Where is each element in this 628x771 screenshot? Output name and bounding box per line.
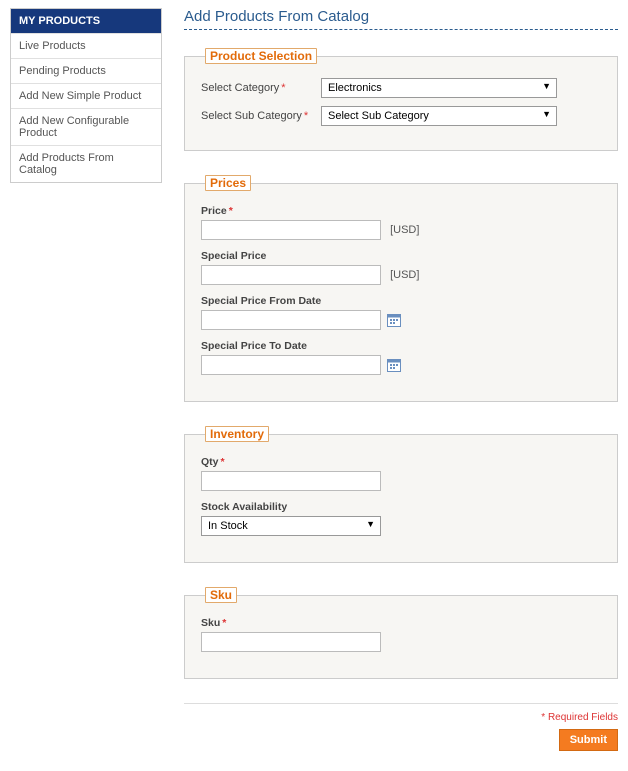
form-footer: * Required Fields Submit	[184, 703, 618, 751]
select-sub-category-label: Select Sub Category*	[201, 110, 321, 122]
prices-section: Prices Price* [USD] Special Price [USD] …	[184, 175, 618, 402]
prices-legend: Prices	[205, 175, 251, 191]
special-price-from-input[interactable]	[201, 310, 381, 330]
special-price-to-input[interactable]	[201, 355, 381, 375]
sku-label: Sku*	[201, 617, 601, 629]
select-sub-category-dropdown[interactable]: Select Sub Category	[321, 106, 557, 126]
special-price-unit: [USD]	[390, 269, 419, 281]
sidebar-item-add-configurable-product[interactable]: Add New Configurable Product	[11, 108, 161, 145]
sku-legend: Sku	[205, 587, 237, 603]
qty-input[interactable]	[201, 471, 381, 491]
stock-availability-dropdown[interactable]: In Stock	[201, 516, 381, 536]
page-title: Add Products From Catalog	[184, 8, 618, 30]
qty-label: Qty*	[201, 456, 601, 468]
required-fields-note: * Required Fields	[184, 712, 618, 723]
price-input[interactable]	[201, 220, 381, 240]
sidebar: MY PRODUCTS Live Products Pending Produc…	[10, 8, 162, 183]
special-price-from-label: Special Price From Date	[201, 295, 601, 307]
inventory-legend: Inventory	[205, 426, 269, 442]
select-category-dropdown[interactable]: Electronics	[321, 78, 557, 98]
special-price-input[interactable]	[201, 265, 381, 285]
special-price-label: Special Price	[201, 250, 601, 262]
sku-section: Sku Sku*	[184, 587, 618, 679]
sidebar-item-live-products[interactable]: Live Products	[11, 33, 161, 58]
sku-input[interactable]	[201, 632, 381, 652]
calendar-icon[interactable]	[387, 358, 401, 372]
inventory-section: Inventory Qty* Stock Availability In Sto…	[184, 426, 618, 563]
price-unit: [USD]	[390, 224, 419, 236]
select-category-label: Select Category*	[201, 82, 321, 94]
sidebar-item-pending-products[interactable]: Pending Products	[11, 58, 161, 83]
submit-button[interactable]: Submit	[559, 729, 618, 751]
main-content: Add Products From Catalog Product Select…	[162, 8, 618, 751]
calendar-icon[interactable]	[387, 313, 401, 327]
sidebar-item-add-simple-product[interactable]: Add New Simple Product	[11, 83, 161, 108]
stock-availability-label: Stock Availability	[201, 501, 601, 513]
special-price-to-label: Special Price To Date	[201, 340, 601, 352]
sidebar-item-add-from-catalog[interactable]: Add Products From Catalog	[11, 145, 161, 182]
product-selection-legend: Product Selection	[205, 48, 317, 64]
product-selection-section: Product Selection Select Category* Elect…	[184, 48, 618, 151]
price-label: Price*	[201, 205, 601, 217]
sidebar-header: MY PRODUCTS	[11, 9, 161, 33]
